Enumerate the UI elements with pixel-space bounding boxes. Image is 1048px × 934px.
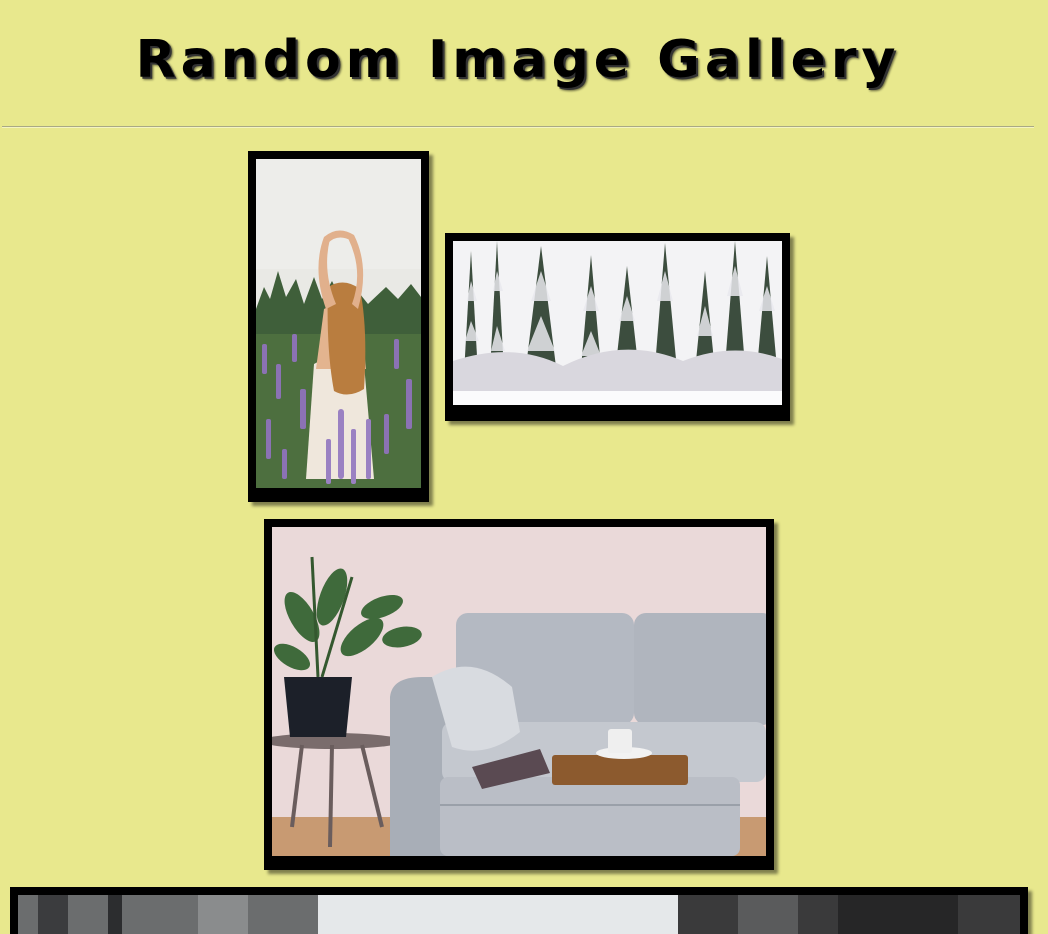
gallery-image-sofa[interactable] xyxy=(264,519,774,870)
gallery-image-snowy-forest[interactable] xyxy=(445,233,790,421)
woman-lavender-photo xyxy=(256,159,421,488)
gallery-page: Random Image Gallery xyxy=(0,0,1048,934)
gallery-image-lavender[interactable] xyxy=(248,151,429,502)
building-photo xyxy=(18,895,1020,934)
snowy-forest-photo xyxy=(453,241,782,405)
page-title: Random Image Gallery xyxy=(135,30,901,90)
gallery-image-building[interactable] xyxy=(10,887,1028,934)
title-divider xyxy=(2,126,1034,128)
sofa-living-room-photo xyxy=(272,527,766,856)
